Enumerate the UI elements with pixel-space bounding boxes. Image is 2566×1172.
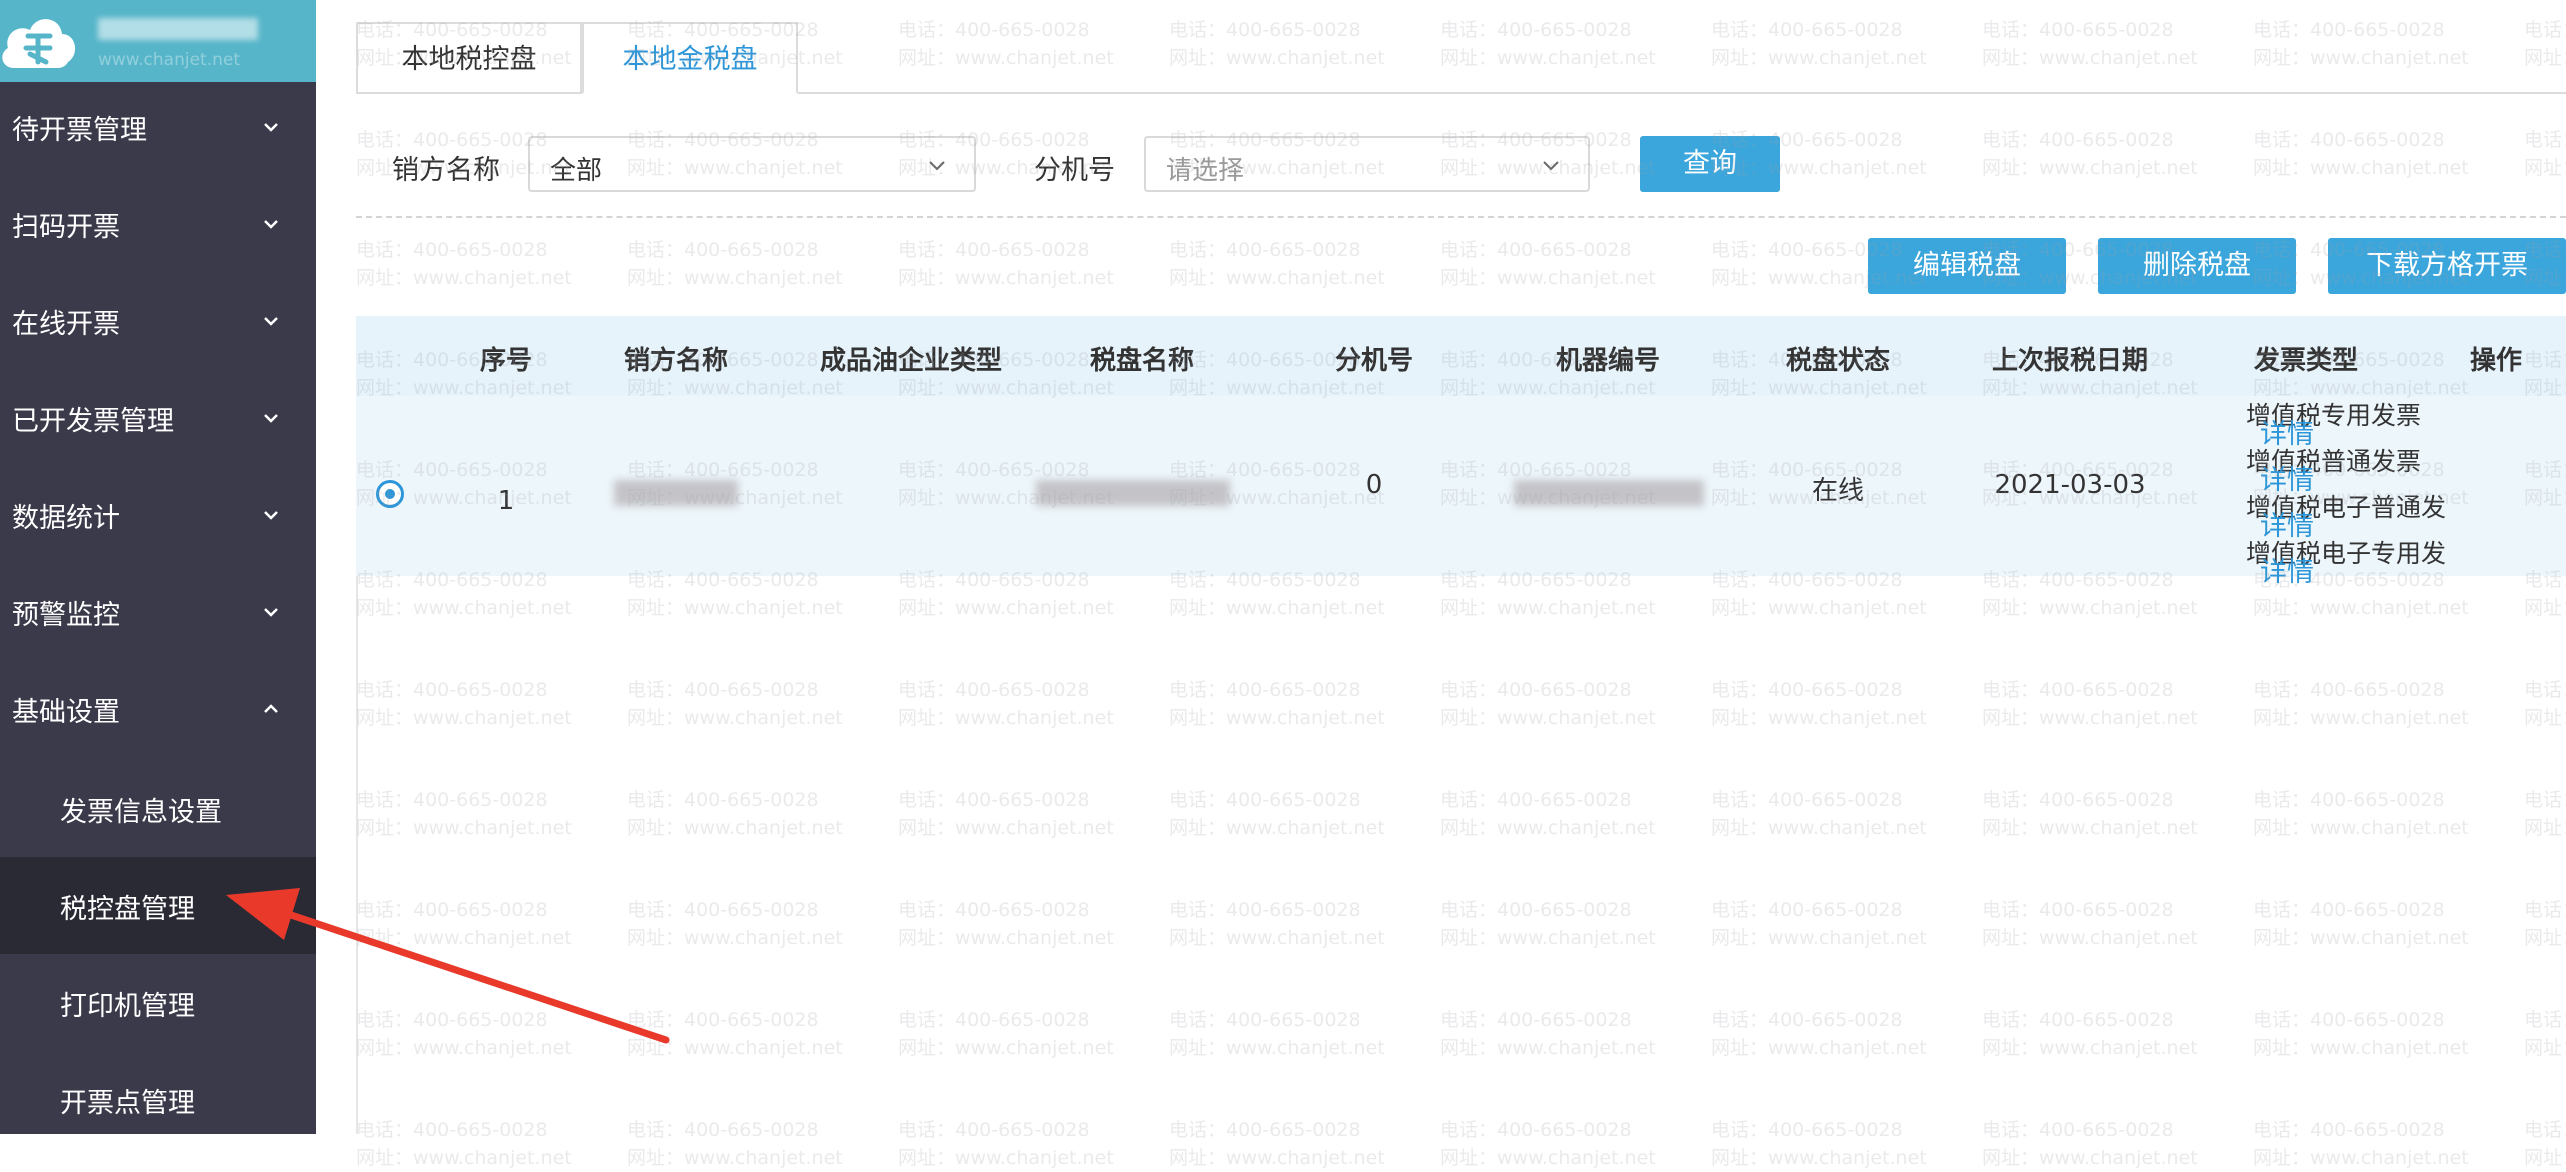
col-disk-name: 税盘名称 [1089,346,1195,376]
nav-label: 数据统计 [12,503,120,534]
branch-select-placeholder: 请选择 [1166,156,1245,186]
watermark-url: 网址：www.chanjet.net [2253,1147,2469,1169]
seller-select[interactable]: 全部 [528,136,976,192]
nav-basic-settings[interactable]: 基础设置 [0,664,316,761]
detail-link-1[interactable]: 详情 [2260,458,2314,497]
cell-disk-name-blurred [1036,480,1230,506]
edit-tax-disk-button[interactable]: 编辑税盘 [1868,238,2066,294]
chevron-down-icon [264,123,278,132]
nav-statistics[interactable]: 数据统计 [0,470,316,567]
detail-link-3[interactable]: 详情 [2260,550,2314,589]
nav-label: 扫码开票 [12,212,120,243]
branch-filter-label: 分机号 [1034,155,1115,186]
col-machine-no: 机器编号 [1555,346,1661,376]
cell-seller-blurred [614,480,738,506]
watermark-url: 网址：www.chanjet.net [1169,1147,1385,1169]
cell-branch: 0 [1365,470,1383,500]
chevron-up-icon [264,704,278,713]
subnav-invoice-info[interactable]: 发票信息设置 [0,760,316,857]
col-last-tax-date: 上次报税日期 [1991,346,2149,376]
seller-select-value: 全部 [550,156,603,186]
nav-online-invoice[interactable]: 在线开票 [0,276,316,373]
chevron-down-icon [929,161,945,171]
detail-link-0[interactable]: 详情 [2260,412,2314,451]
watermark-url: 网址：www.chanjet.net [898,1147,1114,1169]
tab-local-tax-control-disk[interactable]: 本地税控盘 [356,22,582,94]
subnav-label: 打印机管理 [60,991,195,1022]
watermark-url: 网址：www.chanjet.net [2524,1147,2566,1169]
nav-pending-invoice[interactable]: 待开票管理 [0,82,316,179]
tab-local-golden-tax-disk[interactable]: 本地金税盘 [582,22,798,94]
nav-label: 在线开票 [12,309,120,340]
detail-link-2[interactable]: 详情 [2260,504,2314,543]
cell-last-tax-date: 2021-03-03 [1994,470,2146,500]
col-seller: 销方名称 [623,346,729,376]
col-invoice-type: 发票类型 [2253,346,2359,376]
subnav-printer[interactable]: 打印机管理 [0,954,316,1051]
cell-index: 1 [497,486,515,516]
table-header: 序号 销方名称 成品油企业类型 税盘名称 分机号 机器编号 税盘状态 上次报税日… [356,316,2566,396]
nav-label: 已开发票管理 [12,406,174,437]
watermark-url: 网址：www.chanjet.net [1440,1147,1656,1169]
watermark-url: 网址：www.chanjet.net [627,1147,843,1169]
chevron-down-icon [264,220,278,229]
cell-machine-no-blurred [1514,480,1704,506]
col-disk-status: 税盘状态 [1785,346,1891,376]
subnav-label: 发票信息设置 [60,797,222,828]
chevron-down-icon [264,608,278,617]
nav-label: 基础设置 [12,697,120,728]
cloud-logo-icon [2,19,76,68]
nav-label: 待开票管理 [12,115,147,146]
col-index: 序号 [479,346,533,376]
subnav-tax-disk[interactable]: 税控盘管理 [0,857,316,954]
subnav-label: 开票点管理 [60,1088,195,1119]
subnav-invoice-point[interactable]: 开票点管理 [0,1051,316,1148]
cell-status: 在线 [1811,476,1865,506]
download-invoice-button[interactable]: 下载方格开票 [2328,238,2566,294]
dashed-divider [356,216,2566,218]
main-content: 本地税控盘 本地金税盘 销方名称 全部 分机号 请选择 查询 编辑税盘 删除税盘… [316,0,2566,1134]
sidebar-header: www.chanjet.net [0,0,316,82]
nav-issued-invoice[interactable]: 已开发票管理 [0,373,316,470]
col-actions: 操作 [2469,346,2523,376]
col-branch: 分机号 [1334,346,1414,376]
table-row[interactable]: 1 0 在线 2021-03-03 增值税专用发票 增值税普通发票 增值税电子普… [356,396,2566,588]
branch-select[interactable]: 请选择 [1144,136,1590,192]
chevron-down-icon [264,414,278,423]
watermark-url: 网址：www.chanjet.net [1711,1147,1927,1169]
subnav-label: 税控盘管理 [60,894,195,925]
nav-scan-invoice[interactable]: 扫码开票 [0,179,316,276]
seller-filter-label: 销方名称 [392,155,500,186]
chevron-down-icon [1543,161,1559,171]
watermark-url: 网址：www.chanjet.net [1982,1147,2198,1169]
chevron-down-icon [264,511,278,520]
nav-label: 预警监控 [12,600,120,631]
nav-alert-monitor[interactable]: 预警监控 [0,567,316,664]
delete-tax-disk-button[interactable]: 删除税盘 [2098,238,2296,294]
sidebar: www.chanjet.net 待开票管理 扫码开票 在线开票 已开发票管理 数… [0,0,316,1134]
col-oil-company-type: 成品油企业类型 [819,346,1003,376]
row-radio-selected[interactable] [376,480,404,508]
chevron-down-icon [264,317,278,326]
company-name-blurred [98,18,258,40]
query-button[interactable]: 查询 [1640,136,1780,192]
company-url: www.chanjet.net [98,50,241,70]
watermark-url: 网址：www.chanjet.net [356,1147,572,1169]
